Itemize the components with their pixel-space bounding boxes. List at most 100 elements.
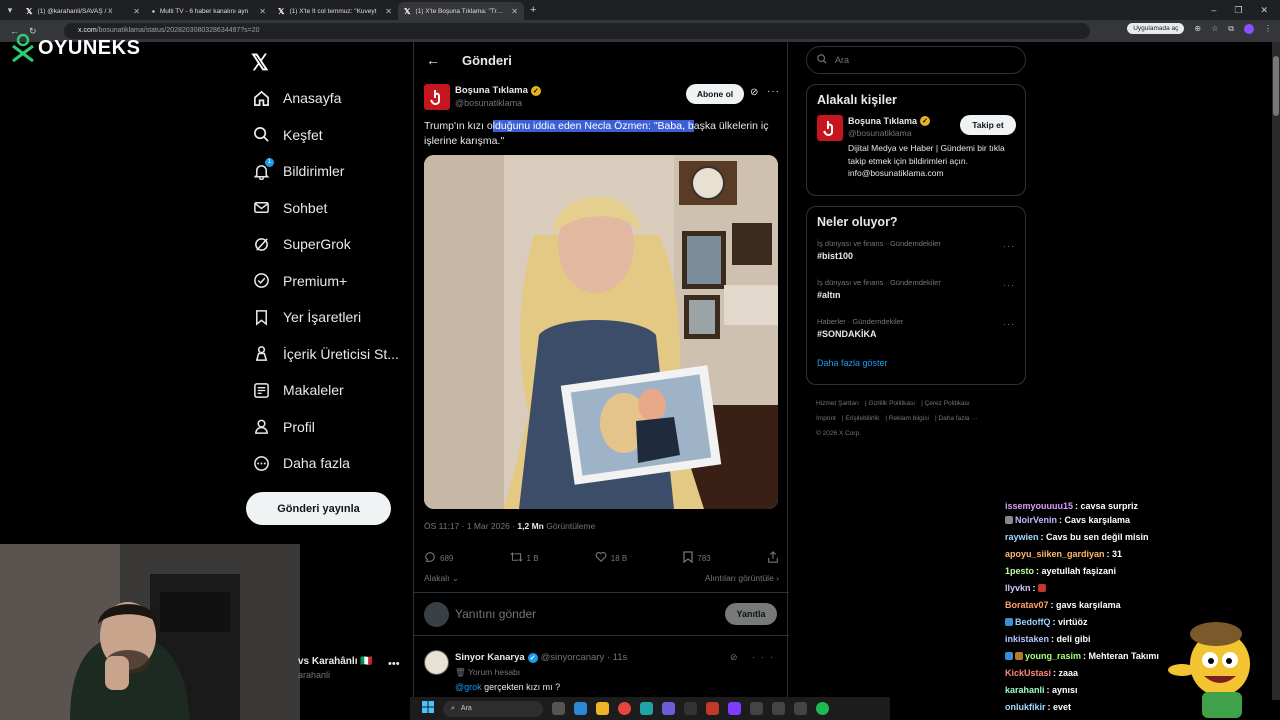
nav-item-bookmarks[interactable]: Yer İşaretleri: [252, 299, 399, 336]
browser-tab-active[interactable]: 𝕏 (1) X'te Boşuna Tıklama: "Trump ✕: [398, 2, 524, 20]
scrollbar-thumb[interactable]: [1273, 56, 1279, 116]
post-more-icon[interactable]: ···: [767, 86, 780, 97]
extensions-icon[interactable]: ⧉: [1228, 24, 1234, 34]
zoom-icon[interactable]: ⊕: [1194, 24, 1201, 33]
reply-input[interactable]: Yanıtını gönder: [455, 607, 536, 621]
nav-label: Premium+: [283, 272, 348, 289]
browser-tab[interactable]: ▪ Multi TV - 6 haber kanalını ayn ✕: [146, 2, 272, 20]
close-tab-icon[interactable]: ✕: [385, 7, 392, 16]
reply-author-name[interactable]: Sinyor Kanarya: [455, 652, 525, 663]
post-button[interactable]: Gönderi yayınla: [246, 492, 391, 525]
sort-dropdown[interactable]: Alakalı ⌄: [424, 573, 459, 584]
edge-icon[interactable]: [640, 702, 653, 715]
account-more-icon[interactable]: •••: [388, 658, 400, 670]
follow-button[interactable]: Takip et: [960, 115, 1016, 135]
taskbar-search[interactable]: ⌕ Ara: [443, 700, 543, 717]
address-bar[interactable]: x.com/bosunatiklama/status/2028203080328…: [64, 23, 1090, 39]
file-explorer-icon[interactable]: [596, 702, 609, 715]
footer-link[interactable]: Gizlilik Politikası: [868, 400, 915, 407]
author-avatar[interactable]: [424, 84, 450, 110]
nav-item-supergrok[interactable]: SuperGrok: [252, 226, 399, 263]
nav-label: Sohbet: [283, 199, 328, 216]
post-timestamp[interactable]: ÖS 11:17 · 1 Mar 2026 ·: [424, 521, 517, 531]
app-icon[interactable]: [772, 702, 785, 715]
related-person-name[interactable]: Boşuna Tıklama: [848, 116, 917, 126]
star-icon[interactable]: ☆: [1211, 24, 1218, 33]
nav-item-messages[interactable]: Sohbet: [252, 190, 399, 227]
chat-message: apoyu_siiken_gardiyan : 31: [1005, 545, 1205, 562]
nav-item-articles[interactable]: Makaleler: [252, 372, 399, 409]
grok-explain-icon[interactable]: ⊘: [750, 87, 758, 98]
reply-author-avatar[interactable]: [424, 650, 449, 675]
copilot-icon[interactable]: [574, 702, 587, 715]
footer-link[interactable]: Daha fazla ···: [938, 415, 977, 422]
repost-action[interactable]: 1 B: [509, 551, 539, 565]
share-action[interactable]: [767, 551, 779, 565]
open-in-app-chip[interactable]: Uygulamada aç: [1127, 23, 1185, 34]
nav-item-premium[interactable]: Premium+: [252, 263, 399, 300]
back-arrow-icon[interactable]: ←: [426, 52, 440, 68]
trend-more-icon[interactable]: ···: [1003, 319, 1015, 329]
like-action[interactable]: 18 B: [595, 551, 627, 565]
app-icon[interactable]: [728, 702, 741, 715]
reply-button[interactable]: Yanıtla: [725, 603, 777, 625]
trend-item[interactable]: İş dünyası ve finans · Gündemdekiler #bi…: [807, 237, 1025, 276]
related-person-avatar[interactable]: [817, 115, 843, 141]
browser-tab[interactable]: 𝕏 (1) @karahanli/SAVAŞ / X ✕: [20, 2, 146, 20]
bookmark-action[interactable]: 783: [683, 551, 711, 565]
chat-user: NoirVenin: [1015, 514, 1058, 525]
browser-tab[interactable]: 𝕏 (1) X'te İt col temmuz: "Kuveyt ✕: [272, 2, 398, 20]
footer-link[interactable]: Erişilebilirlik: [845, 415, 879, 422]
reply-author-handle: @sinyorcanary · 11s: [540, 652, 628, 663]
close-tab-icon[interactable]: ✕: [133, 7, 140, 16]
trend-more-icon[interactable]: ···: [1003, 241, 1015, 251]
x-logo-icon[interactable]: 𝕏: [251, 50, 269, 76]
close-tab-icon[interactable]: ✕: [259, 7, 266, 16]
footer-link[interactable]: Reklam bilgisi: [889, 415, 929, 422]
close-tab-icon[interactable]: ✕: [511, 7, 518, 16]
footer-link[interactable]: Imprint: [816, 415, 836, 422]
profile-avatar-icon[interactable]: [1244, 23, 1254, 34]
new-tab-button[interactable]: +: [530, 4, 536, 16]
nav-item-creator-studio[interactable]: İçerik Üreticisi St...: [252, 336, 399, 373]
footer-link[interactable]: Çerez Politikası: [925, 400, 970, 407]
app-icon[interactable]: [794, 702, 807, 715]
browser-tab-bar: ▾ 𝕏 (1) @karahanli/SAVAŞ / X ✕ ▪ Multi T…: [0, 0, 1280, 20]
chat-message: issemyouuuu15 : cavsa surpriz: [1005, 500, 1205, 511]
trend-more-icon[interactable]: ···: [1003, 280, 1015, 290]
post-photo[interactable]: [424, 155, 778, 509]
account-name[interactable]: vs Karahânlı 🇮🇹: [298, 656, 373, 667]
reply-more-icons[interactable]: ⊘ ···: [730, 652, 779, 663]
view-quotes-link[interactable]: Alıntıları görüntüle ›: [705, 573, 779, 584]
related-person[interactable]: Boşuna Tıklama ✓ @bosunatiklama Dijital M…: [807, 115, 1025, 210]
nav-item-notifications[interactable]: 1 Bildirimler: [252, 153, 399, 190]
author-name-row[interactable]: Boşuna Tıklama ✓: [455, 85, 541, 96]
close-window-icon[interactable]: ✕: [1260, 5, 1268, 16]
nav-item-home[interactable]: Anasayfa: [252, 80, 399, 117]
chrome-icon[interactable]: [618, 702, 631, 715]
page-scrollbar[interactable]: [1272, 42, 1280, 700]
minimize-icon[interactable]: –: [1211, 5, 1216, 16]
app-icon[interactable]: [684, 702, 697, 715]
search-box[interactable]: Ara: [806, 46, 1026, 74]
reply-author-row: Sinyor Kanarya ✓ @sinyorcanary · 11s: [455, 652, 627, 663]
app-icon[interactable]: [750, 702, 763, 715]
trend-item[interactable]: İş dünyası ve finans · Gündemdekiler #al…: [807, 276, 1025, 315]
trend-item[interactable]: Haberler · Gündemdekiler #SONDAKİKA ···: [807, 315, 1025, 354]
app-icon[interactable]: [706, 702, 719, 715]
nav-item-profile[interactable]: Profil: [252, 409, 399, 446]
nav-item-more[interactable]: Daha fazla: [252, 445, 399, 482]
task-view-icon[interactable]: [552, 702, 565, 715]
tab-list-button[interactable]: ▾: [0, 0, 20, 20]
nav-item-explore[interactable]: Keşfet: [252, 117, 399, 154]
menu-icon[interactable]: ⋮: [1264, 24, 1272, 33]
footer-link[interactable]: Hizmet Şartları: [816, 400, 859, 407]
subscribe-button[interactable]: Abone ol: [686, 84, 744, 104]
app-icon[interactable]: [662, 702, 675, 715]
show-more-link[interactable]: Daha fazla göster: [807, 354, 1025, 378]
maximize-icon[interactable]: ❐: [1234, 5, 1242, 16]
reply-mention[interactable]: @grok: [455, 682, 482, 692]
spotify-icon[interactable]: [816, 702, 829, 715]
windows-start-icon[interactable]: [422, 700, 434, 718]
reply-action[interactable]: 689: [424, 551, 453, 565]
